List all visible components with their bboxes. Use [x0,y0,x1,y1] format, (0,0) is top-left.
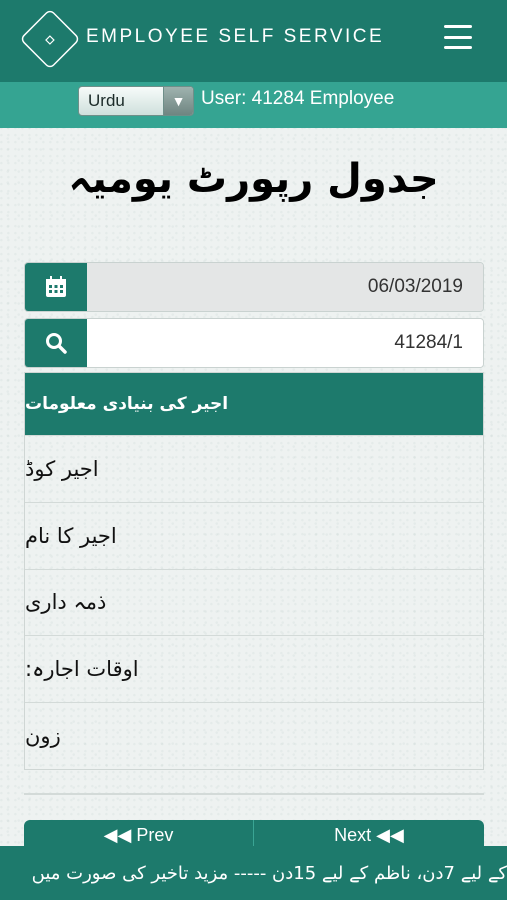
search-input[interactable]: 41284/1 [87,319,483,367]
fast-forward-icon: ◀◀ [371,824,404,845]
page-title: جدول رپورٹ یومیہ [68,156,439,202]
user-label: User: 41284 Employee [201,88,395,109]
info-row-lease-time: اوقات اجارہ: [25,635,483,702]
rewind-icon: ◀◀ [103,824,137,845]
divider [24,793,484,795]
app-header: ⬦ EMPLOYEE SELF SERVICE [0,0,507,82]
app-title: EMPLOYEE SELF SERVICE [86,26,385,47]
date-field[interactable]: 06/03/2019 [24,262,484,312]
chevron-down-icon[interactable]: ▼ [163,87,193,115]
date-input[interactable]: 06/03/2019 [87,263,483,311]
info-row-responsibility: ذمہ داری [25,568,483,636]
info-table-header: اجیر کی بنیادی معلومات [25,373,483,435]
next-label: Next [334,824,372,845]
org-logo-icon[interactable]: ⬦ [19,8,81,70]
prev-label: Prev [136,824,174,845]
hamburger-menu-icon[interactable] [440,22,476,52]
info-row-employee-code: اجیر کوڈ [25,435,483,502]
ticker-text: کے لیے 7دن، ناظم کے لیے 15دن ----- مزید … [31,862,507,884]
language-selected: Urdu [88,91,125,110]
info-row-employee-name: اجیر کا نام [25,501,483,569]
search-icon[interactable] [25,319,87,367]
language-select[interactable]: Urdu ▼ [78,86,194,116]
info-row-zone: زون [25,702,483,769]
employee-info-table: اجیر کی بنیادی معلومات اجیر کوڈ اجیر کا … [24,372,484,770]
news-ticker: کے لیے 7دن، ناظم کے لیے 15دن ----- مزید … [0,846,507,900]
search-field[interactable]: 41284/1 [24,318,484,368]
calendar-icon[interactable] [25,263,87,311]
